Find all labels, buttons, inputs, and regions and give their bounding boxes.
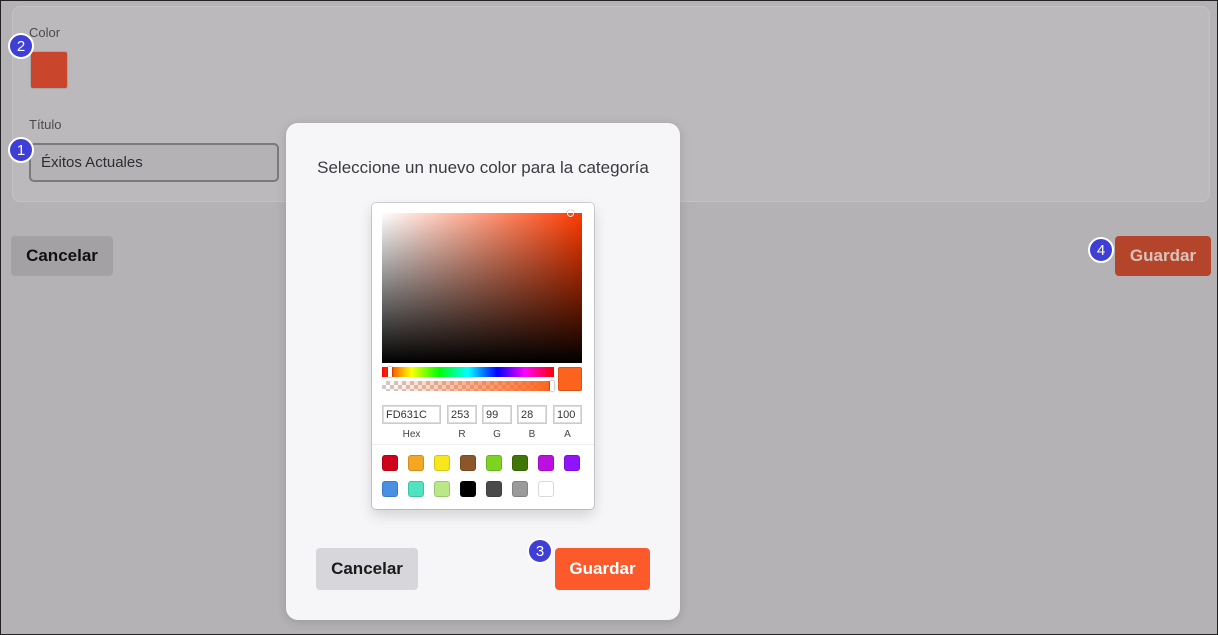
preset-swatch[interactable] (434, 455, 450, 471)
annotation-badge-3: 3 (527, 538, 553, 564)
preset-swatch[interactable] (460, 455, 476, 471)
color-preview (558, 367, 582, 391)
color-picker-dialog: Seleccione un nuevo color para la catego… (286, 123, 680, 620)
b-input[interactable] (517, 405, 547, 424)
hex-input[interactable] (382, 405, 441, 424)
b-label: B (528, 429, 536, 440)
dialog-title: Seleccione un nuevo color para la catego… (317, 158, 649, 177)
hex-label: Hex (402, 429, 421, 440)
g-label: G (493, 429, 501, 440)
preset-swatch[interactable] (382, 481, 398, 497)
color-swatch-button[interactable] (30, 51, 68, 89)
r-label: R (458, 429, 466, 440)
preset-swatch[interactable] (408, 455, 424, 471)
dialog-cancel-button[interactable]: Cancelar (316, 548, 418, 590)
picker-divider (372, 444, 594, 445)
a-label: A (564, 429, 571, 440)
preset-swatch[interactable] (512, 455, 528, 471)
saturation-cursor[interactable] (567, 210, 574, 217)
cancel-button[interactable]: Cancelar (11, 236, 113, 276)
a-input[interactable] (553, 405, 582, 424)
dialog-save-button[interactable]: Guardar (555, 548, 650, 590)
color-label: Color (29, 25, 61, 40)
annotation-badge-2: 2 (8, 33, 34, 59)
preset-swatch[interactable] (408, 481, 424, 497)
preset-swatch[interactable] (382, 455, 398, 471)
saturation-area[interactable] (382, 210, 582, 363)
save-button[interactable]: Guardar (1115, 236, 1211, 276)
alpha-slider-handle[interactable] (550, 381, 554, 391)
preset-swatch[interactable] (486, 455, 502, 471)
preset-swatch[interactable] (486, 481, 502, 497)
preset-swatch[interactable] (512, 481, 528, 497)
title-label: Título (29, 117, 62, 132)
hue-slider[interactable] (382, 367, 554, 377)
annotation-badge-1: 1 (8, 137, 34, 163)
preset-swatch[interactable] (434, 481, 450, 497)
title-input[interactable] (29, 143, 279, 182)
annotation-badge-4: 4 (1088, 237, 1114, 263)
color-picker: Hex R G B A (372, 203, 594, 509)
preset-swatch[interactable] (538, 455, 554, 471)
g-input[interactable] (482, 405, 512, 424)
preset-swatch[interactable] (564, 455, 580, 471)
r-input[interactable] (447, 405, 477, 424)
alpha-slider[interactable] (382, 381, 554, 391)
hue-slider-handle[interactable] (388, 367, 392, 377)
preset-swatch[interactable] (460, 481, 476, 497)
preset-swatch[interactable] (538, 481, 554, 497)
